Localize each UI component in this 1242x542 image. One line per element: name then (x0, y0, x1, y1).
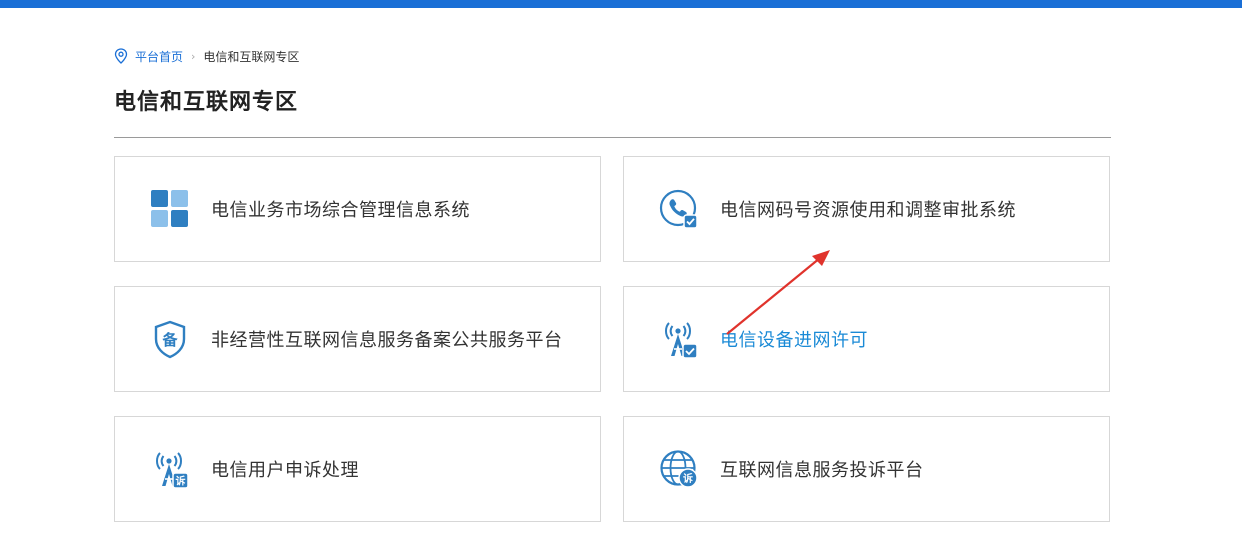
card-number-resource-approval[interactable]: 电信网码号资源使用和调整审批系统 (623, 156, 1110, 262)
grid-icon (150, 189, 190, 229)
globe-icon-glyph: 诉 (683, 472, 693, 485)
globe-icon: 诉 (659, 449, 699, 489)
card-label: 电信网码号资源使用和调整审批系统 (720, 200, 1016, 221)
breadcrumb-separator: › (191, 49, 196, 63)
breadcrumb: 平台首页 › 电信和互联网专区 (114, 47, 299, 65)
signal-tower-icon: 诉 (150, 449, 190, 489)
shield-icon-glyph: 备 (161, 331, 178, 349)
divider (114, 137, 1111, 138)
card-label: 互联网信息服务投诉平台 (720, 460, 924, 481)
breadcrumb-current: 电信和互联网专区 (203, 49, 300, 64)
card-telecom-market-system[interactable]: 电信业务市场综合管理信息系统 (114, 156, 601, 262)
card-equipment-network-license[interactable]: 电信设备进网许可 (623, 286, 1110, 392)
card-label: 电信设备进网许可 (720, 330, 868, 351)
page-title: 电信和互联网专区 (114, 90, 299, 115)
card-label: 电信业务市场综合管理信息系统 (211, 200, 470, 221)
card-user-complaint-handling[interactable]: 诉 电信用户申诉处理 (114, 416, 601, 522)
card-label: 电信用户申诉处理 (211, 460, 359, 481)
card-label: 非经营性互联网信息服务备案公共服务平台 (211, 330, 563, 351)
card-internet-service-complaint[interactable]: 诉 互联网信息服务投诉平台 (623, 416, 1110, 522)
tower-icon-glyph: 诉 (176, 475, 186, 488)
card-icp-filing-platform[interactable]: 备 非经营性互联网信息服务备案公共服务平台 (114, 286, 601, 392)
breadcrumb-home-link[interactable]: 平台首页 (135, 48, 183, 65)
top-bar (0, 0, 1242, 8)
phone-icon (659, 189, 699, 229)
signal-tower-icon (659, 319, 699, 359)
shield-icon: 备 (150, 319, 190, 359)
location-pin-icon (114, 48, 128, 64)
